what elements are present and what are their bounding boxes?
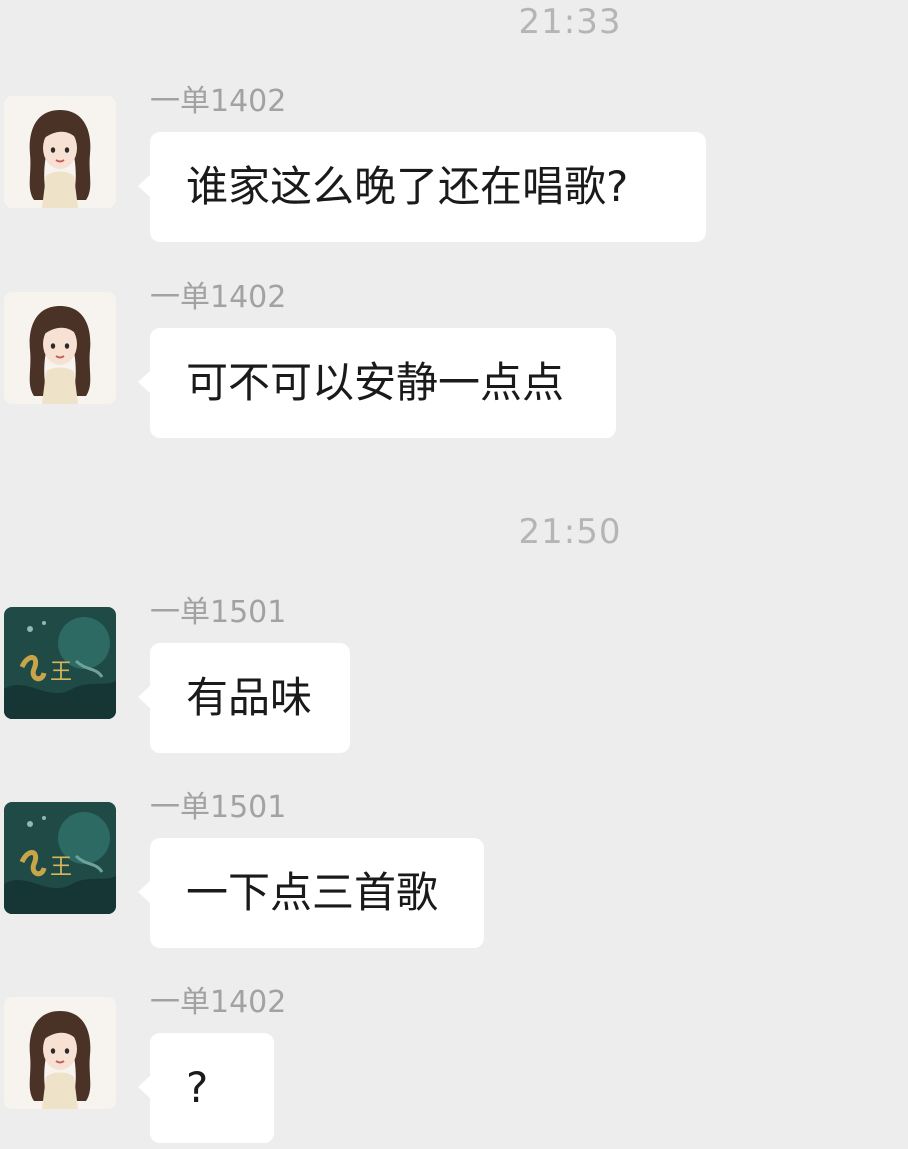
girl-avatar-icon [4, 96, 116, 208]
message-bubble[interactable]: 有品味 [138, 643, 350, 753]
girl-avatar[interactable] [4, 292, 116, 404]
sender-name: 一单1402 [150, 84, 287, 119]
sender-name: 一单1501 [150, 595, 287, 630]
timestamp: 21:50 [518, 512, 622, 552]
girl-avatar[interactable] [4, 96, 116, 208]
girl-avatar-icon [4, 997, 116, 1109]
chat-area[interactable]: 21:33 一单1402 谁家这么晚了还在唱歌? 一单1402 可不可以安静一点… [0, 0, 908, 1149]
teal-artwork-avatar[interactable] [4, 607, 116, 719]
message-bubble[interactable]: 谁家这么晚了还在唱歌? [138, 132, 706, 242]
teal-artwork-avatar-icon [4, 607, 116, 719]
sender-name: 一单1501 [150, 790, 287, 825]
teal-artwork-avatar-icon [4, 802, 116, 914]
sender-name: 一单1402 [150, 280, 287, 315]
girl-avatar-icon [4, 292, 116, 404]
message-bubble[interactable]: ? [138, 1033, 274, 1143]
sender-name: 一单1402 [150, 985, 287, 1020]
girl-avatar[interactable] [4, 997, 116, 1109]
message-bubble[interactable]: 可不可以安静一点点 [138, 328, 616, 438]
message-bubble[interactable]: 一下点三首歌 [138, 838, 484, 948]
timestamp: 21:33 [518, 2, 622, 42]
teal-artwork-avatar[interactable] [4, 802, 116, 914]
